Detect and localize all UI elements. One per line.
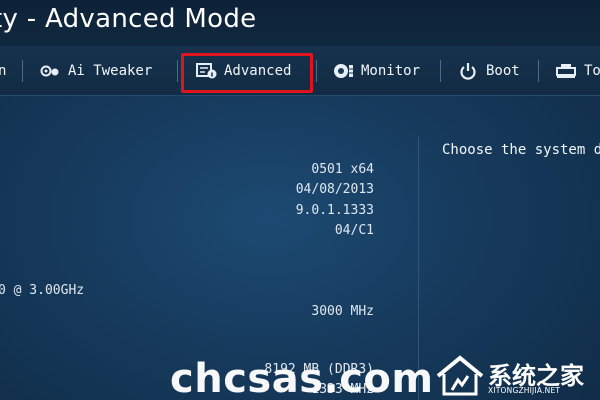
house-logo-icon — [436, 355, 484, 396]
title-bar: ty - Advanced Mode — [0, 0, 600, 46]
me-version-value: 9.0.1.1333 — [295, 203, 374, 218]
tab-separator — [177, 60, 178, 82]
window-title: ty - Advanced Mode — [0, 4, 257, 34]
product-value: 04/C1 — [334, 223, 374, 238]
monitor-icon — [333, 62, 355, 80]
brand-watermark: 系统之家 XITONGZHIJIA.NET — [432, 350, 600, 400]
brand-url: XITONGZHIJIA.NET — [488, 386, 561, 395]
site-watermark: chcsas.com — [170, 356, 434, 400]
power-icon — [458, 62, 480, 80]
tab-tool[interactable]: To — [556, 60, 600, 82]
tab-monitor[interactable]: Monitor — [333, 60, 420, 82]
ai-tweaker-icon — [40, 62, 62, 80]
tab-separator — [440, 60, 441, 82]
cpu-name-value: 0 @ 3.00GHz — [0, 283, 85, 298]
tab-ai-tweaker-label: Ai Tweaker — [68, 63, 153, 79]
build-date-value: 04/08/2013 — [295, 182, 374, 197]
tab-separator — [22, 60, 23, 82]
tab-boot-label: Boot — [486, 63, 520, 79]
help-description: Choose the system d — [442, 142, 600, 158]
tab-main[interactable]: n — [0, 60, 6, 82]
tab-tool-label: To — [584, 63, 600, 79]
tab-main-label: n — [0, 63, 7, 79]
tab-monitor-label: Monitor — [361, 63, 421, 79]
bios-version-value: 0501 x64 — [311, 162, 374, 177]
tab-separator — [316, 60, 317, 82]
tool-icon — [556, 62, 578, 80]
tab-ai-tweaker[interactable]: Ai Tweaker — [40, 60, 152, 82]
advanced-tab-highlight — [181, 53, 313, 93]
cpu-speed-value: 3000 MHz — [311, 304, 374, 319]
tab-separator — [538, 60, 539, 82]
tab-boot[interactable]: Boot — [458, 60, 520, 82]
